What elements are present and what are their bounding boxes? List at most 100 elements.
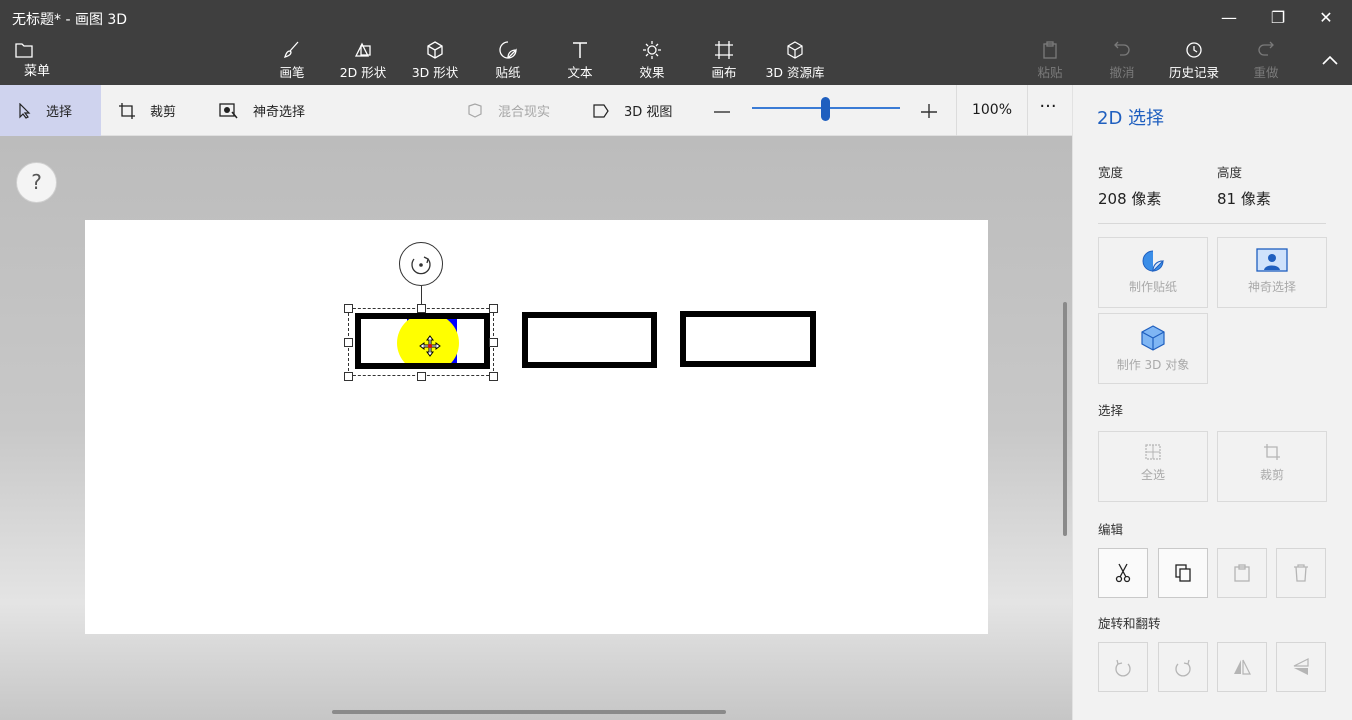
brush-icon (283, 41, 299, 59)
tool-label: 2D 形状 (339, 65, 387, 80)
rotate-right-icon (1175, 659, 1191, 677)
menu-button[interactable]: 菜单 (14, 40, 60, 82)
tool-brush[interactable]: 画笔 (274, 40, 310, 82)
resize-handle-right[interactable] (489, 338, 498, 347)
text-icon (573, 42, 587, 58)
rotation-handle[interactable] (399, 242, 443, 286)
sticker-icon (1142, 250, 1165, 273)
copy-icon (1175, 564, 1191, 582)
delete-button[interactable] (1276, 548, 1326, 598)
3d-view-icon (593, 103, 609, 118)
3d-view-button[interactable]: 3D 视图 (592, 85, 672, 136)
tool-3d-shapes[interactable]: 3D 形状 (410, 40, 460, 82)
make-3d-label: 制作 3D 对象 (1116, 358, 1190, 372)
paste-panel-button[interactable] (1217, 548, 1267, 598)
tool-label: 效果 (639, 65, 665, 80)
action-label: 重做 (1253, 65, 1279, 80)
window-title: 无标题* - 画图 3D (12, 12, 128, 28)
resize-handle-left[interactable] (344, 338, 353, 347)
rotate-left-icon (1115, 659, 1131, 677)
copy-button[interactable] (1158, 548, 1208, 598)
canvas-icon (715, 41, 733, 59)
zoom-slider-thumb[interactable] (821, 97, 830, 121)
flip-horizontal-button[interactable] (1217, 642, 1267, 692)
tool-effects[interactable]: 效果 (634, 40, 670, 82)
magic-select-person-icon (1256, 248, 1288, 272)
more-options-button[interactable]: ··· (1030, 98, 1066, 122)
zoom-value[interactable]: 100% (956, 85, 1028, 136)
horizontal-scrollbar[interactable] (332, 710, 726, 714)
crop-icon (119, 102, 135, 119)
crop-icon (1264, 444, 1280, 460)
restore-button[interactable]: ❐ (1255, 4, 1301, 32)
history-button[interactable]: 历史记录 (1166, 40, 1222, 82)
panel-divider (1098, 223, 1326, 224)
resize-handle-bottom-right[interactable] (489, 372, 498, 381)
zoom-out-icon[interactable] (713, 98, 731, 122)
rotate-flip-section-label: 旋转和翻转 (1098, 616, 1161, 631)
panel-title: 2D 选择 (1097, 108, 1165, 129)
action-label: 粘贴 (1037, 65, 1063, 80)
tool-label: 文本 (567, 65, 593, 80)
menu-label: 菜单 (23, 64, 50, 79)
drawing-canvas[interactable] (85, 220, 988, 634)
flip-vertical-icon (1293, 658, 1309, 675)
mixed-reality-button[interactable]: 混合现实 (466, 85, 550, 136)
rectangle-shape-3[interactable] (680, 311, 816, 367)
help-button[interactable]: ? (16, 162, 57, 203)
magic-select-panel-button[interactable]: 神奇选择 (1217, 237, 1327, 308)
select-all-label: 全选 (1140, 468, 1165, 482)
minimize-button[interactable]: — (1206, 4, 1252, 32)
resize-handle-top[interactable] (417, 304, 426, 313)
tool-label: 3D 资源库 (765, 65, 825, 80)
zoom-in-icon[interactable] (920, 100, 938, 118)
3d-library-icon (787, 41, 803, 59)
crop-panel-button[interactable]: 裁剪 (1217, 431, 1327, 502)
width-value[interactable]: 208 像素 (1098, 188, 1161, 209)
resize-handle-top-right[interactable] (489, 304, 498, 313)
3d-shapes-icon (427, 41, 443, 59)
rotate-right-button[interactable] (1158, 642, 1208, 692)
height-value[interactable]: 81 像素 (1217, 188, 1271, 209)
tool-label: 画笔 (279, 65, 305, 80)
chevron-up-icon[interactable] (1320, 50, 1340, 70)
resize-handle-bottom-left[interactable] (344, 372, 353, 381)
folder-icon (15, 43, 33, 58)
magic-select-button[interactable]: 神奇选择 (219, 85, 305, 136)
width-label: 宽度 (1098, 165, 1124, 180)
rotate-left-button[interactable] (1098, 642, 1148, 692)
make-3d-object-button[interactable]: 制作 3D 对象 (1098, 313, 1208, 384)
tool-canvas[interactable]: 画布 (706, 40, 742, 82)
trash-icon (1294, 564, 1308, 582)
tool-text[interactable]: 文本 (562, 40, 598, 82)
vertical-scrollbar[interactable] (1063, 302, 1067, 536)
tool-label: 画布 (711, 65, 737, 80)
select-all-button[interactable]: 全选 (1098, 431, 1208, 502)
close-button[interactable]: ✕ (1303, 4, 1349, 32)
select-tool-button[interactable]: 选择 (0, 85, 101, 136)
undo-icon (1114, 41, 1130, 56)
crop-tool-button[interactable]: 裁剪 (118, 85, 176, 136)
tool-2d-shapes[interactable]: 2D 形状 (338, 40, 388, 82)
paste-button[interactable]: 粘贴 (1034, 40, 1066, 82)
rectangle-shape-2[interactable] (522, 312, 657, 368)
tool-stickers[interactable]: 贴纸 (490, 40, 526, 82)
flip-vertical-button[interactable] (1276, 642, 1326, 692)
selection-frame[interactable] (348, 308, 494, 376)
magic-select-label: 神奇选择 (253, 105, 306, 120)
resize-handle-top-left[interactable] (344, 304, 353, 313)
flip-horizontal-icon (1234, 659, 1251, 675)
height-label: 高度 (1217, 165, 1243, 180)
resize-handle-bottom[interactable] (417, 372, 426, 381)
make-sticker-button[interactable]: 制作贴纸 (1098, 237, 1208, 308)
redo-button[interactable]: 重做 (1250, 40, 1282, 82)
tool-3d-library[interactable]: 3D 资源库 (764, 40, 826, 82)
rotate-icon (411, 256, 431, 275)
history-icon (1186, 42, 1202, 58)
sub-toolbar: 选择 裁剪 神奇选择 混合现实 3D 视图 (0, 85, 1072, 136)
tool-label: 3D 形状 (411, 65, 459, 80)
cut-button[interactable] (1098, 548, 1148, 598)
action-label: 撤消 (1109, 65, 1135, 80)
select-section-label: 选择 (1098, 403, 1124, 418)
undo-button[interactable]: 撤消 (1106, 40, 1138, 82)
